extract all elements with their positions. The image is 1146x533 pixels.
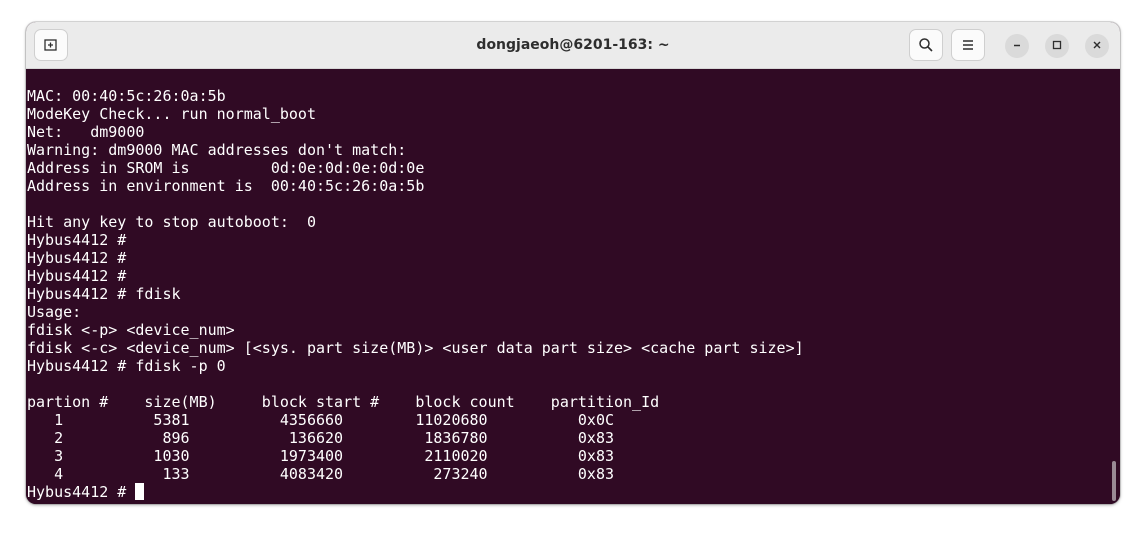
maximize-button[interactable] <box>1045 34 1069 58</box>
terminal-line: Hybus4412 # fdisk -p 0 <box>27 357 226 375</box>
title-bar: dongjaeoh@6201-163: ~ <box>26 22 1120 69</box>
terminal-line: Warning: dm9000 MAC addresses don't matc… <box>27 141 407 159</box>
partition-table-row: 2 896 136620 1836780 0x83 <box>27 429 614 447</box>
shell-prompt: Hybus4412 # <box>27 483 136 501</box>
maximize-icon <box>1052 37 1062 55</box>
close-icon <box>1092 37 1102 55</box>
terminal-line: Hybus4412 # <box>27 249 127 267</box>
terminal-line: Hybus4412 # <box>27 267 127 285</box>
partition-table-row: 3 1030 1973400 2110020 0x83 <box>27 447 614 465</box>
partition-table-row: 4 133 4083420 273240 0x83 <box>27 465 614 483</box>
search-button[interactable] <box>909 29 943 61</box>
partition-table-row: 1 5381 4356660 11020680 0x0C <box>27 411 614 429</box>
prompt-line[interactable]: Hybus4412 # <box>27 483 1120 501</box>
terminal-line: fdisk <-c> <device_num> [<sys. part size… <box>27 339 804 357</box>
terminal-output[interactable]: MAC: 00:40:5c:26:0a:5b ModeKey Check... … <box>26 69 1120 504</box>
minimize-button[interactable] <box>1005 34 1029 58</box>
terminal-line: ModeKey Check... run normal_boot <box>27 105 316 123</box>
minimize-icon <box>1012 37 1022 55</box>
text-cursor <box>135 483 145 500</box>
terminal-line: fdisk <-p> <device_num> <box>27 321 235 339</box>
terminal-line: Hit any key to stop autoboot: 0 <box>27 213 316 231</box>
menu-button[interactable] <box>951 29 985 61</box>
terminal-line: Usage: <box>27 303 82 321</box>
terminal-line: Hybus4412 # <box>27 231 127 249</box>
scrollbar-thumb[interactable] <box>1112 461 1116 501</box>
close-button[interactable] <box>1085 34 1109 58</box>
search-icon <box>918 37 934 53</box>
hamburger-menu-icon <box>960 37 976 53</box>
terminal-line: Hybus4412 # fdisk <box>27 285 181 303</box>
terminal-line: Address in SROM is 0d:0e:0d:0e:0d:0e <box>27 159 425 177</box>
partition-table-header: partion # size(MB) block start # block c… <box>27 393 660 411</box>
terminal-window: dongjaeoh@6201-163: ~ MAC: 00:40:5c:26:0… <box>26 22 1120 504</box>
terminal-line: MAC: 00:40:5c:26:0a:5b <box>27 87 226 105</box>
terminal-line: Address in environment is 00:40:5c:26:0a… <box>27 177 425 195</box>
terminal-line: Net: dm9000 <box>27 123 145 141</box>
